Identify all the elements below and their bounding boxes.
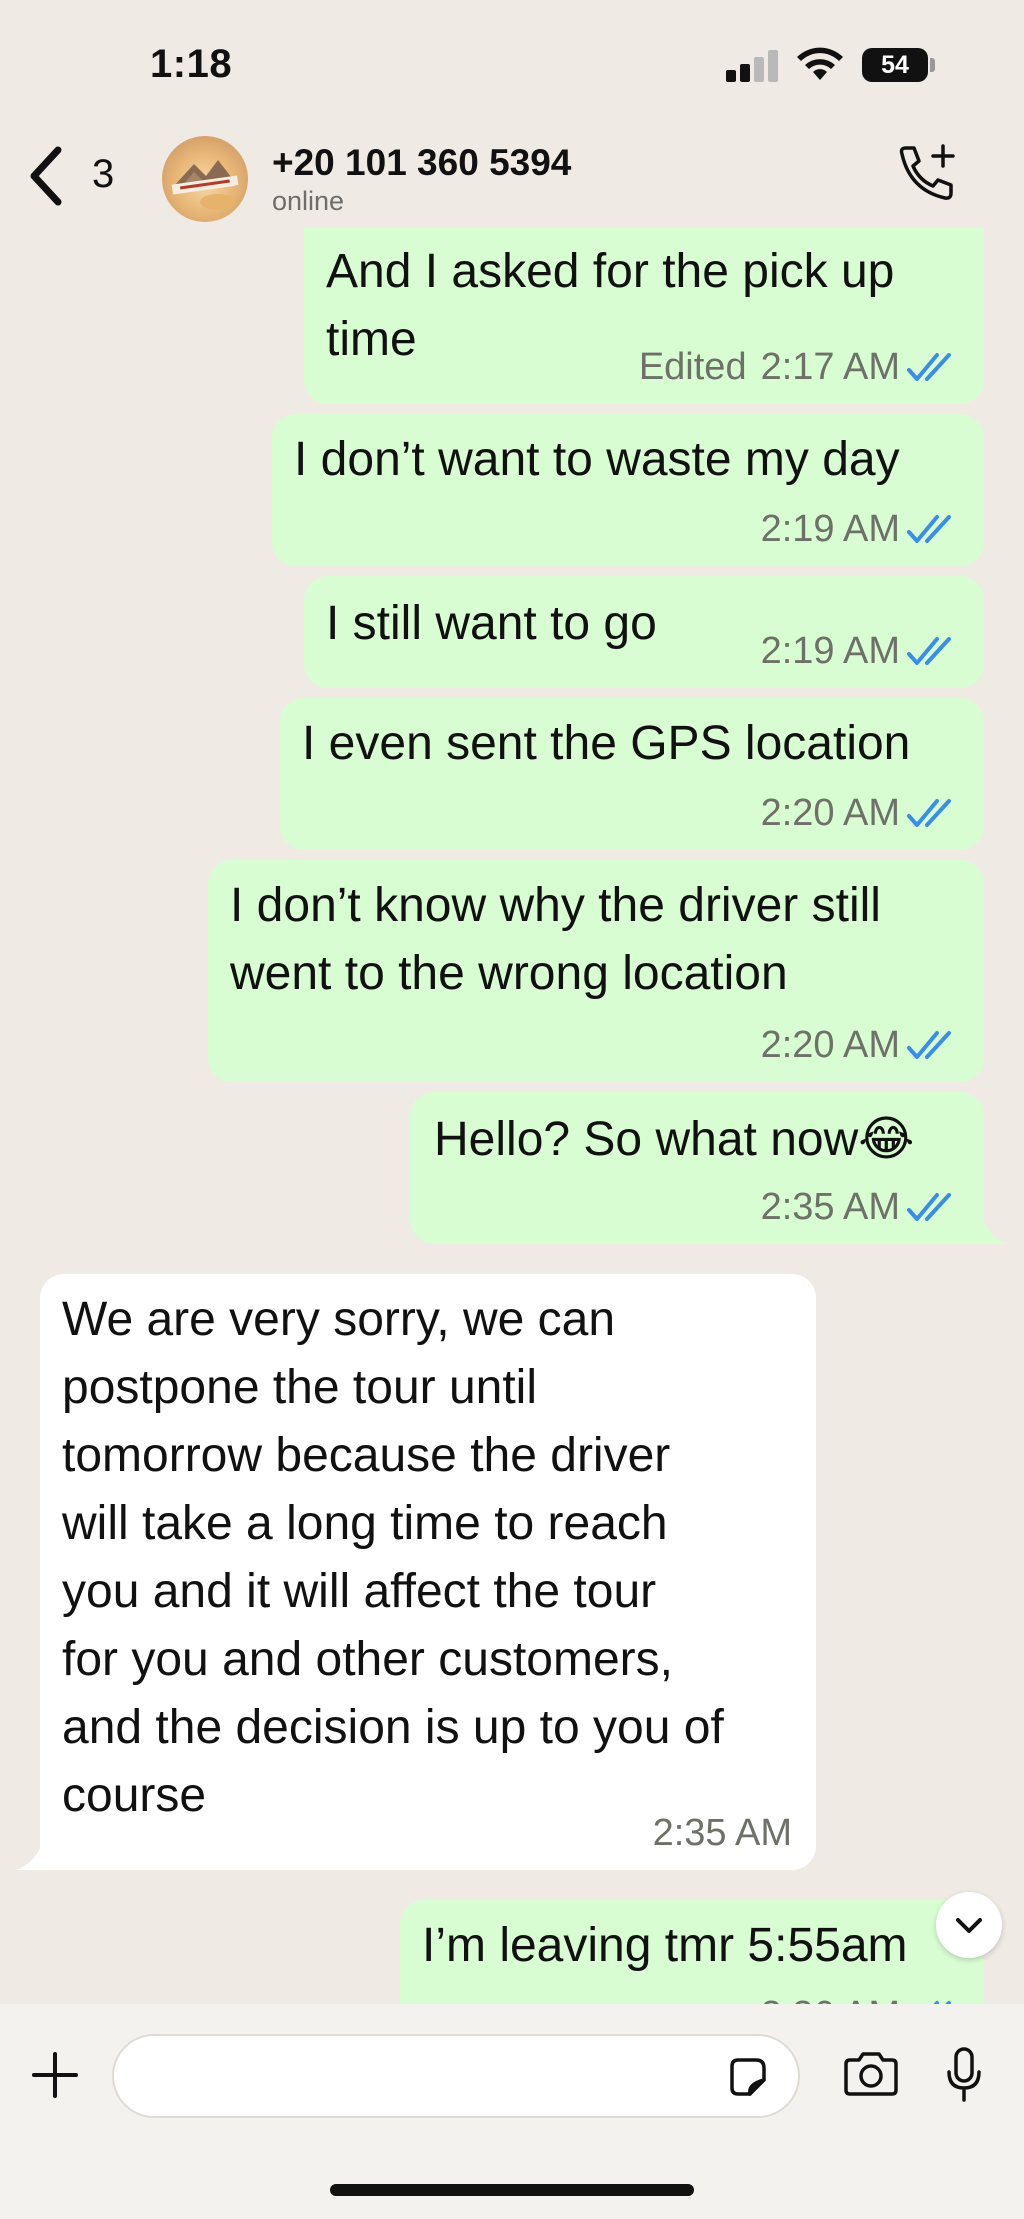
message-text-content: Hello? So what now: [434, 1113, 859, 1166]
read-receipt-icon: [907, 637, 951, 665]
battery-icon: 54: [862, 48, 928, 82]
message-bubble-outgoing[interactable]: And I asked for the pick up time Edited 2…: [304, 228, 984, 404]
wifi-icon: [797, 47, 843, 80]
read-receipt-icon: [907, 515, 951, 543]
message-time: 2:19 AM: [760, 630, 900, 672]
message-bubble-outgoing[interactable]: I don’t want to waste my day 2:19 AM: [272, 414, 984, 566]
message-bubble-outgoing[interactable]: I don’t know why the driver still went t…: [208, 860, 984, 1082]
message-text: Hello? So what now😂: [434, 1106, 914, 1174]
tour-logo-icon: [171, 160, 239, 210]
message-bubble-outgoing[interactable]: I still want to go 2:19 AM: [304, 576, 984, 688]
message-time: 2:35 AM: [652, 1812, 792, 1854]
add-call-icon[interactable]: [894, 144, 958, 204]
read-receipt-icon: [907, 799, 951, 827]
unread-chats-count[interactable]: 3: [92, 152, 114, 197]
message-bubble-outgoing[interactable]: I even sent the GPS location 2:20 AM: [280, 698, 984, 850]
contact-avatar[interactable]: [162, 136, 248, 222]
message-text: We are very sorry, we can postpone the t…: [62, 1293, 724, 1822]
message-bubble-outgoing[interactable]: Hello? So what now😂 2:35 AM: [410, 1092, 984, 1244]
battery-cap: [930, 58, 935, 72]
message-time: 2:35 AM: [760, 1186, 900, 1228]
message-text: I even sent the GPS location: [302, 717, 911, 770]
message-text: I don’t want to waste my day: [294, 433, 900, 486]
back-chevron-icon[interactable]: [26, 144, 66, 208]
message-input[interactable]: [112, 2034, 800, 2118]
read-receipt-icon: [907, 1193, 951, 1221]
message-time: 2:19 AM: [760, 508, 900, 550]
cellular-signal-icon: [726, 50, 780, 82]
bubble-tail: [16, 1844, 42, 1870]
sticker-icon[interactable]: [726, 2056, 768, 2098]
message-bubble-incoming[interactable]: We are very sorry, we can postpone the t…: [40, 1274, 816, 1870]
scroll-to-bottom-button[interactable]: [936, 1892, 1002, 1958]
edited-label: Edited: [638, 346, 747, 388]
read-receipt-icon: [907, 1031, 951, 1059]
microphone-icon[interactable]: [944, 2046, 984, 2104]
chevron-down-icon: [956, 1918, 982, 1933]
message-text: I still want to go: [326, 597, 657, 650]
message-time: 2:20 AM: [760, 792, 900, 834]
message-text: I don’t know why the driver still went t…: [230, 879, 881, 1000]
message-time: 2:20 AM: [760, 1024, 900, 1066]
contact-status: online: [272, 186, 345, 216]
read-receipt-icon: [907, 353, 951, 381]
bubble-tail: [982, 1218, 1008, 1244]
message-text: I’m leaving tmr 5:55am: [422, 1919, 908, 1972]
battery-level: 54: [881, 51, 909, 79]
contact-name[interactable]: +20 101 360 5394: [272, 142, 571, 184]
home-indicator: [330, 2184, 694, 2196]
plus-icon[interactable]: [30, 2050, 80, 2100]
camera-icon[interactable]: [842, 2050, 900, 2098]
status-time: 1:18: [150, 42, 233, 86]
laughing-tears-emoji: 😂: [858, 1113, 915, 1166]
message-time: 2:17 AM: [760, 346, 900, 388]
